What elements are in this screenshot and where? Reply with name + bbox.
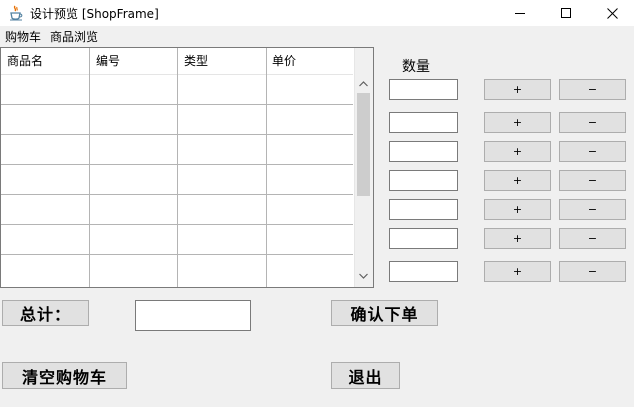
decrease-quantity-button[interactable]: − bbox=[559, 112, 626, 133]
menu-product-browse[interactable]: 商品浏览 bbox=[50, 28, 98, 45]
quantity-field[interactable] bbox=[389, 141, 458, 162]
chevron-down-icon bbox=[359, 273, 368, 279]
increase-quantity-button[interactable]: + bbox=[484, 261, 551, 282]
increase-quantity-button[interactable]: + bbox=[484, 170, 551, 191]
column-header-type[interactable]: 类型 bbox=[178, 48, 266, 74]
confirm-order-button[interactable]: 确认下单 bbox=[331, 300, 438, 326]
table-row[interactable] bbox=[1, 255, 353, 286]
column-header-name[interactable]: 商品名 bbox=[1, 48, 89, 74]
minimize-icon bbox=[515, 13, 525, 14]
window-title: 设计预览 [ShopFrame] bbox=[30, 7, 159, 21]
close-icon bbox=[606, 7, 618, 19]
decrease-quantity-button[interactable]: − bbox=[559, 261, 626, 282]
close-button[interactable] bbox=[589, 0, 634, 26]
table-row[interactable] bbox=[1, 195, 353, 224]
total-field[interactable] bbox=[135, 300, 251, 331]
column-header-price[interactable]: 单价 bbox=[266, 48, 354, 74]
scroll-down-button[interactable] bbox=[354, 268, 373, 284]
decrease-quantity-button[interactable]: − bbox=[559, 79, 626, 100]
increase-quantity-button[interactable]: + bbox=[484, 112, 551, 133]
increase-quantity-button[interactable]: + bbox=[484, 228, 551, 249]
exit-button[interactable]: 退出 bbox=[331, 362, 400, 389]
table-row[interactable] bbox=[1, 105, 353, 134]
quantity-field[interactable] bbox=[389, 170, 458, 191]
quantity-label: 数量 bbox=[402, 59, 430, 75]
minimize-button[interactable] bbox=[497, 0, 543, 26]
table-row[interactable] bbox=[1, 225, 353, 254]
decrease-quantity-button[interactable]: − bbox=[559, 228, 626, 249]
maximize-icon bbox=[561, 8, 571, 18]
increase-quantity-button[interactable]: + bbox=[484, 141, 551, 162]
table-row[interactable] bbox=[1, 75, 353, 104]
scroll-up-button[interactable] bbox=[354, 76, 373, 92]
maximize-button[interactable] bbox=[543, 0, 589, 26]
quantity-field[interactable] bbox=[389, 199, 458, 220]
increase-quantity-button[interactable]: + bbox=[484, 199, 551, 220]
table-row[interactable] bbox=[1, 165, 353, 194]
increase-quantity-button[interactable]: + bbox=[484, 79, 551, 100]
total-label: 总计： bbox=[2, 300, 89, 326]
scrollbar-thumb[interactable] bbox=[357, 93, 370, 196]
quantity-field[interactable] bbox=[389, 79, 458, 100]
clear-cart-button[interactable]: 清空购物车 bbox=[2, 362, 127, 389]
menu-cart[interactable]: 购物车 bbox=[5, 28, 41, 45]
quantity-field[interactable] bbox=[389, 112, 458, 133]
java-cup-icon bbox=[8, 5, 24, 21]
quantity-field[interactable] bbox=[389, 228, 458, 249]
table-row[interactable] bbox=[1, 135, 353, 164]
decrease-quantity-button[interactable]: − bbox=[559, 170, 626, 191]
chevron-up-icon bbox=[359, 81, 368, 87]
decrease-quantity-button[interactable]: − bbox=[559, 141, 626, 162]
decrease-quantity-button[interactable]: − bbox=[559, 199, 626, 220]
column-header-id[interactable]: 编号 bbox=[90, 48, 178, 74]
quantity-field[interactable] bbox=[389, 261, 458, 282]
